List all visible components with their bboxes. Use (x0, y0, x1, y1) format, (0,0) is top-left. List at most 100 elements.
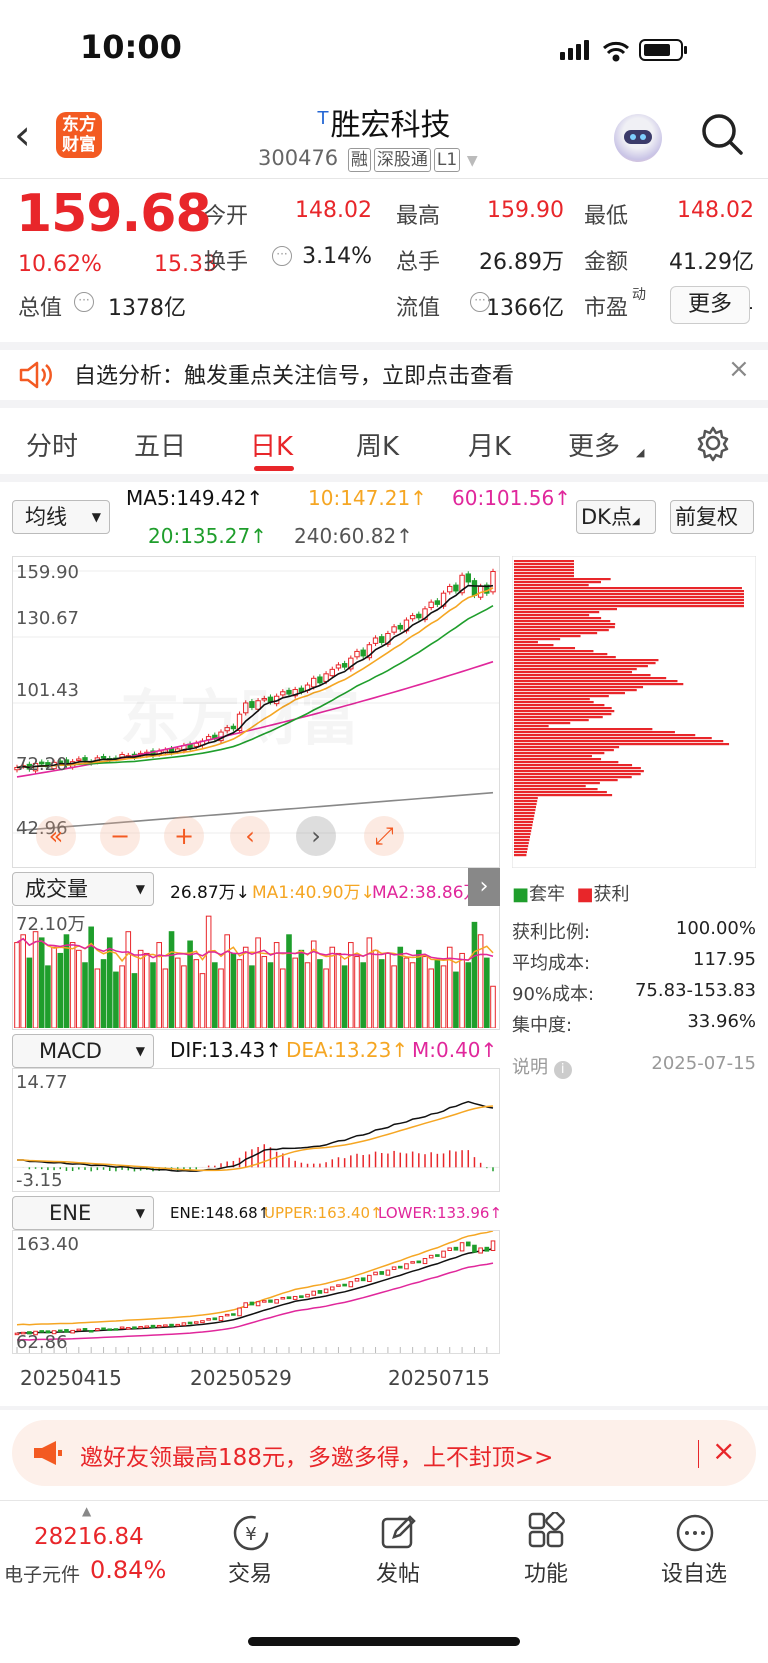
ene-candle (224, 1313, 230, 1317)
promo-text[interactable]: 邀好友领最高188元，多邀多得，上不封顶>> (80, 1438, 553, 1472)
nav-trade[interactable]: 交易 (200, 1556, 300, 1588)
volume-bar (434, 959, 441, 1029)
volume-bar (144, 952, 150, 1029)
speaker-icon (19, 361, 52, 389)
chip-stat-label: 集中度: (512, 1015, 573, 1036)
ma10-value: 10:147.21↑ (308, 486, 427, 510)
zoom-out-icon[interactable]: − (100, 816, 140, 856)
assistant-avatar[interactable] (614, 114, 662, 162)
macd-selector-label: MACD (39, 1039, 102, 1063)
adjust-selector[interactable]: 前复权 (670, 500, 754, 534)
indicator-selector-macd[interactable]: MACD ▼ (12, 1034, 154, 1068)
chip-bar (514, 695, 609, 698)
ene-candle (181, 1322, 187, 1326)
more-button[interactable]: 更多 (670, 286, 750, 324)
chip-bar (514, 806, 536, 809)
kline-y-label: 101.43 (16, 680, 79, 701)
volume-bar (385, 952, 391, 1029)
alert-text[interactable]: 自选分析：触发重点关注信号，立即点击查看 (74, 358, 514, 390)
chip-bar (514, 641, 538, 644)
nav-add-watchlist[interactable]: 设自选 (644, 1556, 744, 1588)
chip-bar (514, 752, 605, 755)
info-dots-icon[interactable]: ··· (74, 292, 94, 312)
chip-distribution (512, 556, 756, 868)
expand-arrow-button[interactable]: › (468, 868, 500, 906)
chip-bar (514, 629, 609, 632)
info-dots-icon[interactable]: ··· (470, 292, 490, 312)
home-indicator (248, 1637, 520, 1646)
chip-bar (514, 854, 527, 857)
wifi-icon (603, 41, 629, 62)
ma20-value: 20:135.27↑ (148, 524, 267, 548)
volume-bar (94, 968, 101, 1029)
chip-bar (514, 725, 549, 728)
chip-bar (514, 767, 641, 770)
ene-candle (305, 1293, 310, 1298)
volume-bar (100, 959, 107, 1029)
index-name: 电子元件 (4, 1564, 81, 1586)
add-watchlist-icon[interactable] (674, 1512, 716, 1554)
volume-bar (45, 965, 51, 1029)
chip-bar (514, 632, 598, 635)
fullscreen-icon[interactable]: ⤢ (364, 816, 404, 856)
scroll-left-fast-icon[interactable]: « (36, 816, 76, 856)
volume-bar (113, 971, 119, 1029)
volume-bar (459, 952, 465, 1029)
index-value[interactable]: 28216.84 (34, 1524, 144, 1550)
tab-1[interactable]: 五日 (134, 426, 186, 463)
ene-candle (280, 1297, 286, 1300)
zoom-in-icon[interactable]: + (164, 816, 204, 856)
tag-level: L1 (433, 148, 461, 172)
promo-close-button[interactable]: × (712, 1434, 735, 1467)
volume-bar (286, 934, 292, 1029)
volume-bar (224, 934, 230, 1029)
volume-bar (422, 956, 428, 1029)
ene-candle (447, 1247, 453, 1251)
quote-label: 最低 (584, 204, 629, 229)
volume-bar (76, 949, 82, 1029)
indicator-selector-volume[interactable]: 成交量 ▼ (12, 872, 154, 906)
tab-4[interactable]: 月K (468, 426, 511, 463)
tab-5[interactable]: 更多 (568, 426, 620, 463)
nav-post[interactable]: 发帖 (348, 1556, 448, 1588)
ene-candle (286, 1296, 292, 1300)
volume-selector-label: 成交量 (25, 877, 88, 901)
settings-gear-icon[interactable] (694, 424, 732, 462)
macd-ymin: -3.15 (16, 1170, 63, 1191)
nav-function[interactable]: 功能 (496, 1556, 596, 1588)
candle (397, 624, 403, 630)
caret-down-icon: ▼ (135, 882, 145, 896)
stock-code-row[interactable]: 300476 融深股通 L1 ▼ (258, 146, 478, 172)
chip-note[interactable]: 说明 i (512, 1053, 572, 1079)
search-icon[interactable] (700, 112, 744, 156)
macd-chart[interactable] (12, 1068, 500, 1192)
trade-icon[interactable]: ¥ (230, 1512, 272, 1554)
tab-0[interactable]: 分时 (26, 426, 78, 463)
info-dots-icon[interactable]: ··· (272, 246, 292, 266)
chip-bar (514, 599, 744, 602)
tab-2[interactable]: 日K (250, 426, 293, 463)
post-icon[interactable] (378, 1512, 420, 1554)
function-icon[interactable] (526, 1512, 568, 1554)
tab-3[interactable]: 周K (356, 426, 399, 463)
chip-bar (514, 788, 598, 791)
candle (434, 600, 441, 605)
status-bar: 10:00 (0, 0, 768, 100)
indicator-selector-ene[interactable]: ENE ▼ (12, 1196, 154, 1230)
ene-candle (484, 1246, 490, 1252)
ene-candle (323, 1288, 329, 1294)
ene-candle (329, 1286, 335, 1291)
chip-bar (514, 638, 561, 641)
volume-bar (490, 985, 496, 1029)
indicator-selector-ma[interactable]: 均线 ▼ (12, 500, 110, 534)
caret-down-icon: ◢ (636, 446, 645, 459)
scroll-left-icon[interactable]: ‹ (230, 816, 270, 856)
chip-bar (514, 686, 644, 689)
chip-bar (514, 683, 684, 686)
volume-ma1: MA1:40.90万↓ (252, 883, 375, 903)
ene-chart[interactable] (12, 1230, 500, 1354)
dk-point-selector[interactable]: DK点◢ (576, 500, 656, 534)
alert-close-button[interactable]: × (728, 354, 750, 384)
scroll-right-icon[interactable]: › (296, 816, 336, 856)
ene-candle (379, 1271, 385, 1275)
